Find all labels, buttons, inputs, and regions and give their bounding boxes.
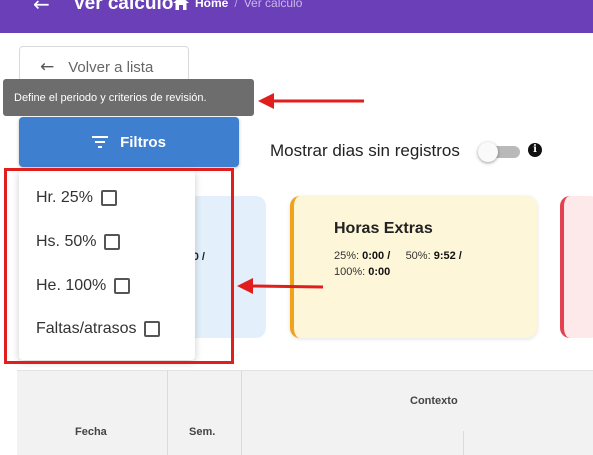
filter-icon [92, 136, 109, 148]
breadcrumb: Home / Ver cálculo [173, 0, 302, 10]
overtime-50-value: 9:52 / [433, 250, 462, 262]
info-icon[interactable]: i [528, 143, 542, 157]
overtime-card: Horas Extras 25%: 0:00 / 50%: 9:52 / 100… [290, 196, 537, 338]
column-header-contexto: Contexto [410, 395, 458, 407]
overtime-25-value: 0:00 / [362, 250, 391, 262]
breadcrumb-home-link[interactable]: Home [195, 0, 228, 10]
overtime-50-label: 50%: [405, 250, 431, 262]
show-empty-days-toggle[interactable] [478, 142, 522, 162]
overtime-card-line-1: 25%: 0:00 / 50%: 9:52 / [334, 250, 462, 262]
back-arrow-icon[interactable]: ← [33, 0, 50, 14]
overtime-100-label: 100%: [334, 266, 366, 278]
tooltip-text: Define el periodo y criterios de revisió… [14, 91, 207, 104]
show-empty-days-label: Mostrar dias sin registros [270, 141, 460, 160]
filters-button-label: Filtros [120, 133, 166, 151]
annotation-highlight-box [4, 168, 234, 364]
overtime-100-value: 0:00 [368, 266, 391, 278]
overtime-25-label: 25%: [334, 250, 360, 262]
arrow-left-icon: ← [40, 57, 55, 77]
breadcrumb-separator: / [234, 0, 238, 10]
column-divider [463, 431, 464, 455]
home-icon[interactable] [173, 0, 189, 10]
overtime-card-line-2: 100%: 0:00 [334, 266, 390, 278]
column-divider [167, 371, 168, 455]
summary-card-red [560, 196, 593, 338]
filters-button[interactable]: Filtros [19, 117, 239, 167]
column-header-sem[interactable]: Sem. [189, 426, 215, 438]
records-table-header: Fecha Sem. Contexto [17, 370, 593, 455]
page-title: Ver cálculo [73, 0, 174, 14]
overtime-card-title: Horas Extras [334, 220, 433, 237]
toggle-knob [478, 142, 498, 162]
filters-tooltip: Define el periodo y criterios de revisió… [3, 79, 254, 116]
app-header: ← Ver cálculo Home / Ver cálculo [0, 0, 593, 33]
column-divider [241, 371, 242, 455]
breadcrumb-current: Ver cálculo [243, 0, 303, 10]
back-to-list-label: Volver a lista [68, 58, 154, 76]
annotation-arrow-tooltip [258, 93, 364, 109]
column-header-fecha[interactable]: Fecha [75, 426, 107, 438]
